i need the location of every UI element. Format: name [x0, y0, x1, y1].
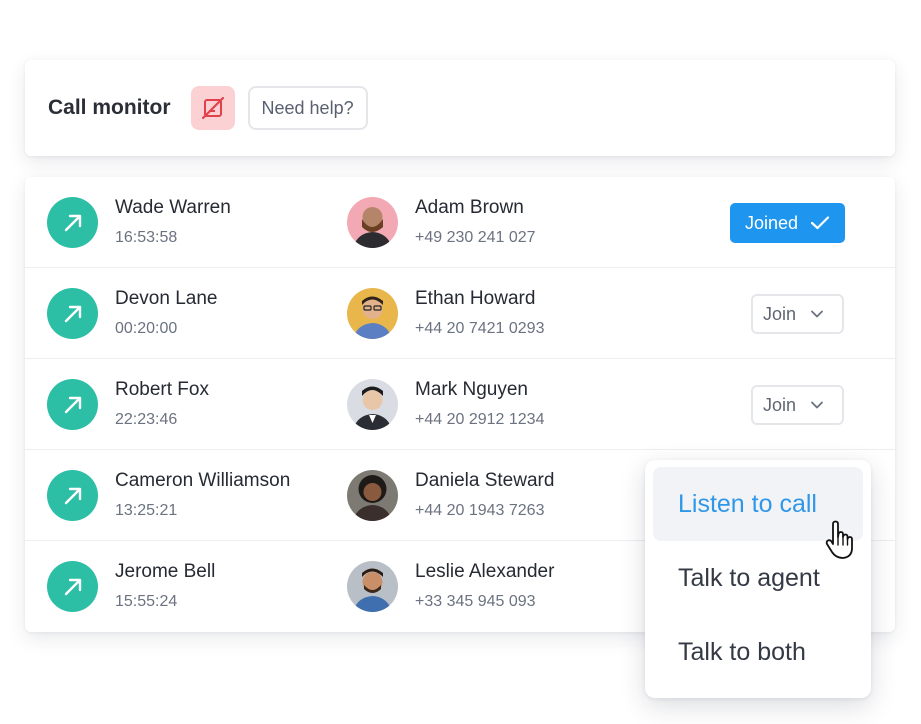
call-monitor-header: Call monitor Need help? [25, 60, 895, 156]
menu-item-talk-to-both[interactable]: Talk to both [653, 615, 863, 689]
caller-name: Cameron Williamson [115, 470, 291, 491]
outgoing-call-icon [47, 197, 98, 248]
call-duration: 22:23:46 [115, 411, 178, 428]
caller-name: Jerome Bell [115, 561, 216, 582]
agent-phone: +49 230 241 027 [415, 229, 536, 246]
call-row: Robert Fox 22:23:46 Mark Nguyen +44 20 2… [25, 359, 895, 450]
agent-name: Adam Brown [415, 197, 524, 218]
call-duration: 00:20:00 [115, 320, 178, 337]
check-icon [810, 216, 830, 230]
outgoing-call-icon [47, 561, 98, 612]
joined-label: Joined [744, 212, 799, 233]
outgoing-call-icon [47, 288, 98, 339]
caller-name: Robert Fox [115, 379, 209, 400]
avatar [347, 379, 398, 430]
agent-phone: +33 345 945 093 [415, 593, 536, 610]
agent-phone: +44 20 1943 7263 [415, 502, 545, 519]
avatar [347, 561, 398, 612]
agent-phone: +44 20 7421 0293 [415, 320, 545, 337]
mic-off-button[interactable] [190, 86, 235, 130]
join-dropdown-button[interactable]: Join [751, 294, 844, 334]
join-label: Join [763, 394, 797, 415]
agent-phone: +44 20 2912 1234 [415, 411, 545, 428]
outgoing-call-icon [47, 470, 98, 521]
call-row: Devon Lane 00:20:00 Ethan Howard +44 20 … [25, 268, 895, 359]
page-title: Call monitor [48, 96, 171, 119]
avatar [347, 288, 398, 339]
call-row: Wade Warren 16:53:58 Adam Brown +49 230 … [25, 177, 895, 268]
agent-name: Mark Nguyen [415, 379, 528, 400]
avatar [347, 197, 398, 248]
avatar [347, 470, 398, 521]
agent-name: Daniela Steward [415, 470, 555, 491]
outgoing-call-icon [47, 379, 98, 430]
caller-name: Devon Lane [115, 288, 218, 309]
joined-button[interactable]: Joined [730, 203, 845, 243]
agent-name: Ethan Howard [415, 288, 536, 309]
chevron-down-icon [811, 401, 823, 409]
call-duration: 16:53:58 [115, 229, 178, 246]
agent-name: Leslie Alexander [415, 561, 555, 582]
chevron-down-icon [811, 310, 823, 318]
join-options-menu: Listen to call Talk to agent Talk to bot… [645, 460, 871, 698]
mic-off-icon [201, 96, 224, 120]
join-dropdown-button[interactable]: Join [751, 385, 844, 425]
call-duration: 13:25:21 [115, 502, 178, 519]
caller-name: Wade Warren [115, 197, 231, 218]
join-label: Join [763, 303, 797, 324]
call-duration: 15:55:24 [115, 593, 178, 610]
call-monitor-stage: Call monitor Need help? Wade Warren 16:5… [0, 0, 921, 724]
hand-pointer-icon [825, 520, 853, 559]
need-help-button[interactable]: Need help? [247, 86, 368, 130]
